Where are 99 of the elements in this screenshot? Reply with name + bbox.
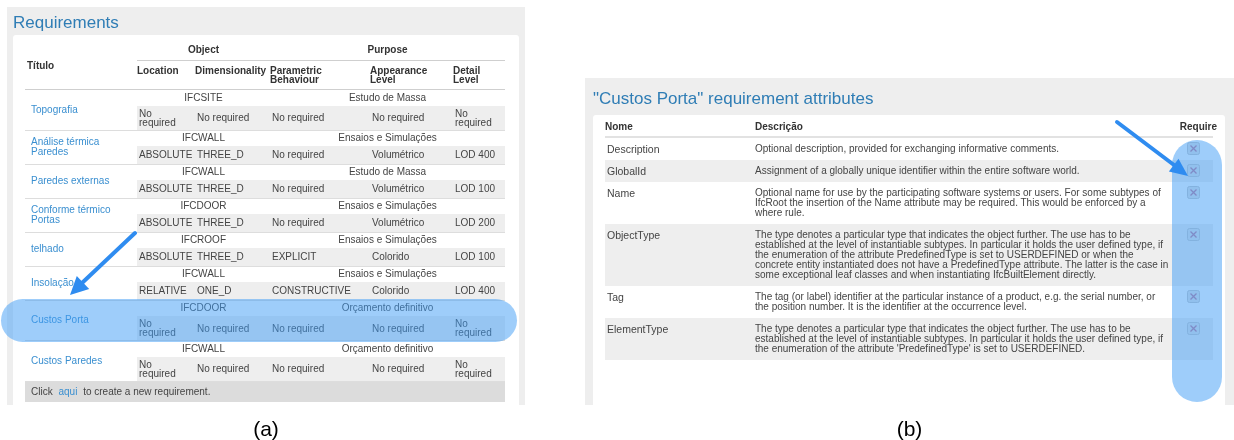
panel-title: Requirements bbox=[12, 12, 120, 34]
table-cell: IFCWALL bbox=[182, 268, 225, 280]
figure-caption: (b) bbox=[896, 416, 923, 440]
attribute-description: The type denotes a particular type that indicates the object further. The use has to be established at the level of instantiable subtypes. In particular it holds the user defined type, if the enumeration of the attribute PredefinedType is set to USERDEFINED or when the concrete entity instantiated does not have a PredefinedType attribute. The latter is the case in some exceptional leaf classes and when instantiating IfcBuiltElement directly. bbox=[755, 224, 1173, 286]
unchecked-checkbox[interactable] bbox=[1186, 322, 1200, 335]
table-cell: Ensaios e Simulações bbox=[338, 268, 437, 280]
table-cell: LOD 200 bbox=[455, 218, 496, 228]
unchecked-checkbox[interactable] bbox=[1186, 186, 1200, 199]
table-cell: Ensaios e Simulações bbox=[338, 234, 437, 246]
requirement-link[interactable]: Insolação bbox=[31, 278, 137, 288]
column-header: Parametric Behaviour bbox=[270, 66, 323, 84]
table-cell: IFCSITE bbox=[184, 91, 223, 103]
table-cell: Orçamento definitivo bbox=[341, 342, 434, 354]
table-cell: ABSOLUTE bbox=[139, 252, 193, 262]
table-cell: Volumétrico bbox=[372, 150, 425, 160]
table-cell: Colorido bbox=[372, 252, 410, 262]
requirement-link[interactable]: Conforme térmico Portas bbox=[31, 205, 137, 225]
table-cell: No required bbox=[139, 359, 176, 378]
table-cell: RELATIVE bbox=[139, 286, 187, 296]
column-header: Detail Level bbox=[453, 65, 481, 85]
table-cell: IFCWALL bbox=[182, 132, 225, 144]
requirement-link[interactable]: Custos Porta bbox=[31, 315, 137, 326]
table-cell: No required bbox=[272, 113, 325, 122]
table-cell: Volumétrico bbox=[372, 218, 425, 228]
table-cell: Estudo de Massa bbox=[348, 91, 427, 103]
table-cell-text: No required bbox=[455, 359, 493, 378]
requirement-link[interactable]: Paredes externas bbox=[31, 176, 137, 186]
column-header: Descrição bbox=[755, 120, 803, 132]
attribute-description: Assignment of a globally unique identifier within the entire software world. bbox=[755, 160, 1173, 182]
table-cell: IFCDOOR bbox=[180, 200, 227, 212]
table-cell: THREE_D bbox=[197, 150, 244, 160]
table-cell: CONSTRUCTIVE bbox=[272, 286, 351, 296]
table-cell: No required bbox=[272, 323, 325, 333]
attribute-name: ObjectType bbox=[605, 224, 755, 286]
table-cell: No required bbox=[197, 113, 250, 122]
unchecked-checkbox[interactable] bbox=[1186, 142, 1200, 155]
table-cell: Estudo de Massa bbox=[348, 166, 427, 178]
table-cell: THREE_D bbox=[197, 252, 244, 262]
table-cell: LOD 100 bbox=[455, 252, 496, 262]
table-cell: No required bbox=[272, 150, 325, 160]
table-cell: Orçamento definitivo bbox=[341, 302, 434, 314]
column-header: Require bbox=[1179, 120, 1217, 132]
table-cell: ONE_D bbox=[197, 286, 232, 296]
create-link[interactable]: aqui bbox=[58, 385, 78, 397]
unchecked-checkbox[interactable] bbox=[1186, 228, 1200, 241]
attribute-name: GlobalId bbox=[605, 160, 755, 182]
column-header: Dimensionality bbox=[195, 65, 267, 76]
unchecked-checkbox[interactable] bbox=[1186, 164, 1200, 177]
attribute-name: ElementType bbox=[605, 318, 755, 360]
table-cell: IFCDOOR bbox=[180, 302, 227, 314]
panel-title: "Custos Porta" requirement attributes bbox=[592, 88, 875, 110]
table-cell: ABSOLUTE bbox=[139, 150, 193, 160]
table-cell: No required bbox=[372, 323, 425, 333]
table-cell: No required bbox=[272, 184, 325, 194]
table-cell: ABSOLUTE bbox=[139, 184, 193, 194]
footer-text: Click aqui to create a new requirement. bbox=[31, 385, 211, 397]
column-header: Appearance Level bbox=[370, 66, 425, 84]
requirement-link[interactable]: telhado bbox=[31, 244, 137, 254]
table-cell: No required bbox=[372, 364, 425, 373]
requirement-link[interactable]: Custos Paredes bbox=[31, 355, 137, 366]
attribute-name: Description bbox=[605, 137, 755, 160]
table-cell: IFCROOF bbox=[181, 234, 226, 246]
column-header: Nome bbox=[605, 120, 633, 132]
table-cell: IFCWALL bbox=[182, 166, 225, 178]
column-header: Location bbox=[137, 65, 179, 76]
figure-caption: (a) bbox=[253, 416, 279, 440]
attribute-description: Optional name for use by the participating software systems or users. For some subtypes of IfcRoot the insertion of the Name attribute may be required. This would be enforced by a where rule. bbox=[755, 182, 1173, 224]
table-cell: No required bbox=[139, 319, 176, 337]
attribute-name: Tag bbox=[605, 286, 755, 318]
table-cell: No required bbox=[272, 218, 325, 228]
attribute-name: Name bbox=[605, 182, 755, 224]
table-cell: THREE_D bbox=[197, 184, 244, 194]
table-cell: Colorido bbox=[372, 286, 410, 296]
table-cell: LOD 400 bbox=[455, 286, 496, 296]
attribute-description: Optional description, provided for exchanging informative comments. bbox=[755, 137, 1173, 160]
group-header: Purpose bbox=[367, 44, 408, 55]
table-cell: LOD 400 bbox=[455, 150, 496, 160]
table-cell: No required bbox=[272, 364, 325, 373]
table-cell: LOD 100 bbox=[455, 184, 496, 194]
attribute-description: The tag (or label) identifier at the particular instance of a product, e.g. the serial number, or the position number. It is the identifier at the occurrence level. bbox=[755, 286, 1173, 318]
table-cell: No required bbox=[372, 113, 425, 122]
table-cell: ABSOLUTE bbox=[139, 218, 193, 228]
column-header: Título bbox=[27, 60, 55, 71]
table-cell: THREE_D bbox=[197, 218, 244, 228]
table-cell: No required bbox=[197, 323, 250, 333]
group-header: Object bbox=[187, 44, 220, 55]
table-cell: EXPLICIT bbox=[272, 252, 317, 262]
table-cell: Ensaios e Simulações bbox=[338, 132, 437, 144]
table-cell: Ensaios e Simulações bbox=[338, 200, 437, 212]
table-cell: No required bbox=[139, 108, 176, 127]
table-cell-text: No required bbox=[455, 108, 493, 127]
unchecked-checkbox[interactable] bbox=[1186, 290, 1200, 303]
attribute-description: The type denotes a particular type that indicates the object further. The use has to be established at the level of instantiable subtypes. In particular it holds the user defined type, if the enumeration of the attribute 'PredefinedType' is set to USERDEFINED. bbox=[755, 318, 1173, 360]
table-cell: No required bbox=[197, 364, 250, 373]
table-cell: Volumétrico bbox=[372, 184, 425, 194]
table-cell-text: No required bbox=[455, 319, 493, 337]
requirement-link[interactable]: Topografia bbox=[31, 104, 137, 115]
requirement-link[interactable]: Análise térmica Paredes bbox=[31, 137, 137, 157]
table-cell: IFCWALL bbox=[182, 342, 225, 354]
